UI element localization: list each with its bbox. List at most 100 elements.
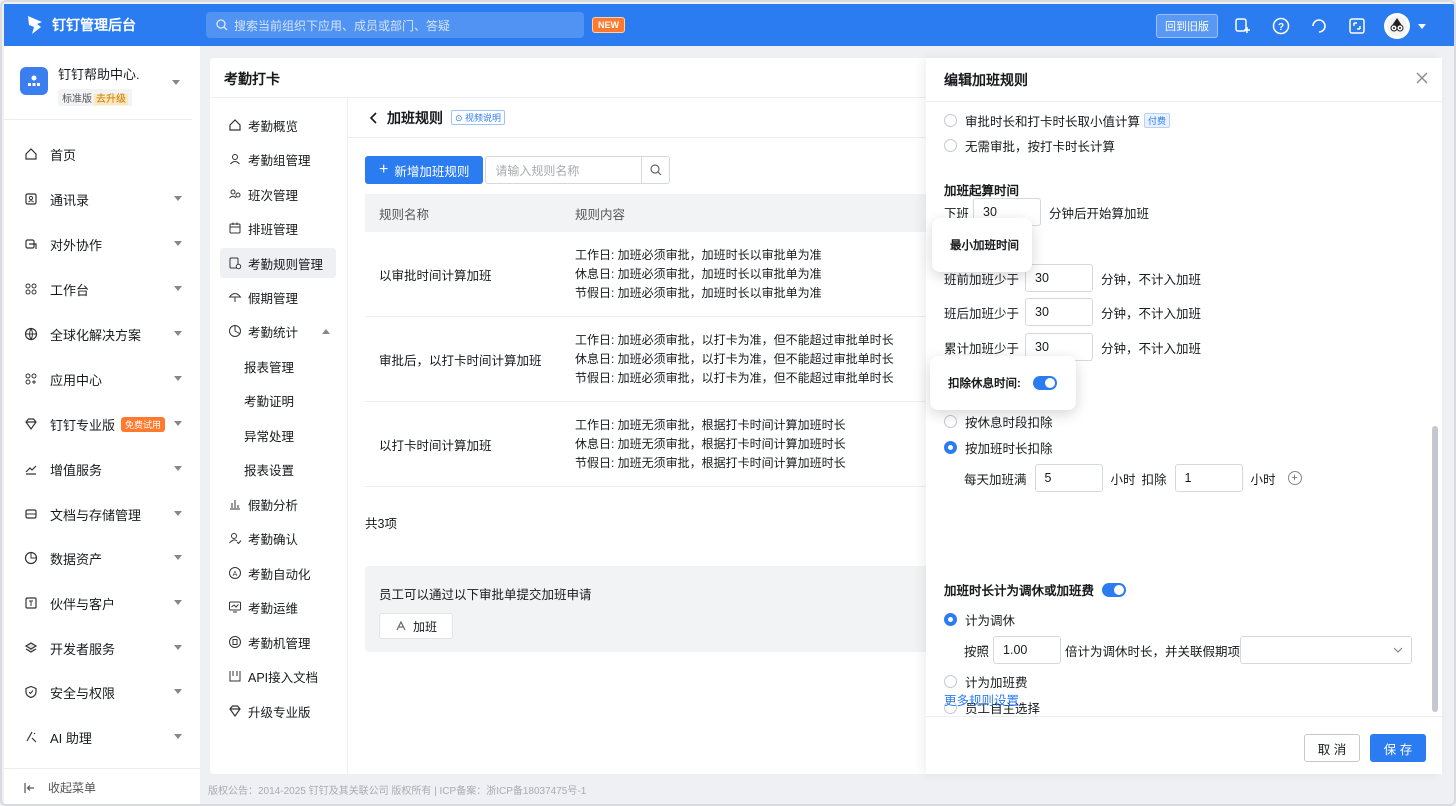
radio-deduct-by-period[interactable] [944,415,957,428]
sidebar-item-5[interactable]: 应用中心 [4,361,200,397]
deduct-by-period-option[interactable]: 按休息时段扣除 [944,412,1053,431]
chevron-down-icon[interactable] [174,421,182,426]
chevron-down-icon[interactable] [174,241,182,246]
app-logo[interactable]: 钉钉管理后台 [26,15,206,35]
support-icon[interactable] [1308,15,1330,37]
sidebar-item-13[interactable]: AI 助理 [4,719,200,755]
chevron-up-icon[interactable] [322,329,330,334]
org-upgrade-link[interactable]: 去升级 [94,94,128,105]
chevron-down-icon[interactable] [174,689,182,694]
subnav-item-10[interactable]: 报表设置 [220,454,336,484]
radio-comp-pay[interactable] [944,675,957,688]
drawer-scrollbar[interactable] [1432,426,1438,712]
help-icon[interactable]: ? [1270,15,1292,37]
attendance-subnav: 考勤概览考勤组管理班次管理排班管理考勤规则管理 假期管理考勤统计报表管理考勤证明异… [210,98,348,774]
add-app-icon[interactable] [1232,15,1254,37]
subnav-item-1[interactable]: 考勤组管理 [220,144,336,174]
new-badge: NEW [592,17,625,33]
subnav-item-8[interactable]: 考勤证明 [220,385,336,415]
rule-search-button[interactable] [641,157,669,183]
sidebar-item-4[interactable]: 全球化解决方案 [4,316,200,352]
subnav-item-2[interactable]: 班次管理 [220,179,336,209]
subnav-item-14[interactable]: 考勤运维 [220,592,336,622]
rule-search-input[interactable]: 请输入规则名称 [485,156,671,184]
sidebar-item-6[interactable]: 钉钉专业版 免费试用 [4,406,200,442]
sidebar-item-0[interactable]: 首页 [4,136,200,172]
radio-no-approval[interactable] [944,139,957,152]
subnav-item-16[interactable]: API接入文档 [220,661,336,691]
sidebar-item-9[interactable]: 数据资产 [4,540,200,576]
subnav-item-4[interactable]: 考勤规则管理 [220,248,336,278]
chevron-down-icon[interactable] [174,331,182,336]
user-avatar[interactable] [1384,13,1410,39]
table-row[interactable]: 以打卡时间计算加班 工作日: 加班无须审批，根据打卡时间计算加班时长 休息日: 加班… [365,402,965,487]
fullscreen-icon[interactable] [1346,15,1368,37]
video-guide-tag[interactable]: ⊙ 视频说明 [451,110,506,125]
sidebar-item-7[interactable]: 增值服务 [4,451,200,487]
deduct-hours-input[interactable]: 1 [1174,464,1243,492]
global-search-input[interactable]: 搜索当前组织下应用、成员或部门、答疑 [206,12,584,38]
deduct-rest-toggle[interactable] [1032,376,1057,390]
subnav-item-6[interactable]: 考勤统计 [220,316,336,346]
leave-type-select[interactable] [1240,636,1413,664]
chevron-down-icon[interactable] [174,511,182,516]
sidebar-item-label: 通讯录 [50,192,90,208]
overtime-form-button[interactable]: 加班 [379,613,453,639]
chevron-down-icon[interactable] [174,555,182,560]
sidebar-item-3[interactable]: 工作台 [4,271,200,307]
chevron-down-icon[interactable] [174,376,182,381]
subnav-item-0[interactable]: 考勤概览 [220,110,336,140]
chevron-down-icon[interactable] [174,196,182,201]
sidebar-item-8[interactable]: 文档与存储管理 [4,496,200,532]
deduct-by-duration-option[interactable]: 按加班时长扣除 [944,438,1053,457]
subnav-item-7[interactable]: 报表管理 [220,351,336,381]
subnav-item-12[interactable]: 考勤确认 [220,523,336,553]
radio-comp-leave[interactable] [944,613,957,626]
add-overtime-rule-button[interactable]: + 新增加班规则 [365,156,484,184]
before-shift-input[interactable]: 30 [1025,264,1094,292]
sidebar-item-11[interactable]: 开发者服务 [4,630,200,666]
after-shift-input[interactable]: 30 [1025,298,1094,326]
add-deduct-rule-icon[interactable]: + [1287,471,1302,485]
cancel-button[interactable]: 取 消 [1304,734,1360,762]
subnav-item-17[interactable]: 升级专业版 [220,696,336,726]
subnav-item-13[interactable]: A 考勤自动化 [220,558,336,588]
comp-leave-option[interactable]: 计为调休 [944,610,1015,629]
sidebar-item-12[interactable]: 安全与权限 [4,674,200,710]
collapse-menu-button[interactable]: 收起菜单 [4,768,200,804]
old-version-button[interactable]: 回到旧版 [1156,14,1218,38]
save-button[interactable]: 保 存 [1370,734,1426,762]
org-switcher[interactable]: 钉钉帮助中心. 标准版 去升级 [4,46,192,120]
close-icon[interactable] [1416,72,1428,84]
chevron-down-icon[interactable] [174,286,182,291]
option-no-approval[interactable]: 无需审批，按打卡时长计算 [944,136,1115,155]
chevron-down-icon[interactable] [174,466,182,471]
org-dropdown-icon[interactable] [172,80,180,85]
daily-hours-input[interactable]: 5 [1034,464,1103,492]
subnav-item-15[interactable]: 考勤机管理 [220,627,336,657]
sidebar-item-10[interactable]: 伙伴与客户 [4,585,200,621]
compensation-toggle[interactable] [1102,582,1127,597]
subnav-item-5[interactable]: 假期管理 [220,282,336,312]
table-row[interactable]: 审批后，以打卡时间计算加班 工作日: 加班必须审批，以打卡为准，但不能超过审批单时… [365,317,965,402]
avatar-dropdown-icon[interactable] [1418,23,1426,29]
subnav-item-3[interactable]: 排班管理 [220,213,336,243]
subnav-item-label: 升级专业版 [248,705,311,720]
chevron-down-icon[interactable] [174,734,182,739]
subnav-item-9[interactable]: 异常处理 [220,420,336,450]
option-min-value[interactable]: 审批时长和打卡时长取小值计算 付费 [944,111,1171,130]
subnav-item-label: 考勤自动化 [248,567,311,582]
subnav-item-11[interactable]: 假勤分析 [220,489,336,519]
radio-min-value[interactable] [944,114,957,127]
sidebar-item-1[interactable]: 通讯录 [4,181,200,217]
sidebar-item-2[interactable]: 对外协作 [4,226,200,262]
chevron-down-icon[interactable] [174,600,182,605]
more-rules-link[interactable]: 更多规则设置 [944,690,1019,709]
ratio-input[interactable]: 1.00 [993,636,1062,664]
users-icon [229,189,241,199]
comp-pay-option[interactable]: 计为加班费 [944,672,1028,691]
back-arrow-icon[interactable] [369,111,379,125]
radio-deduct-by-duration[interactable] [944,441,957,454]
chevron-down-icon[interactable] [174,645,182,650]
table-row[interactable]: 以审批时间计算加班 工作日: 加班必须审批，加班时长以审批单为准 休息日: 加班必须… [365,232,965,317]
